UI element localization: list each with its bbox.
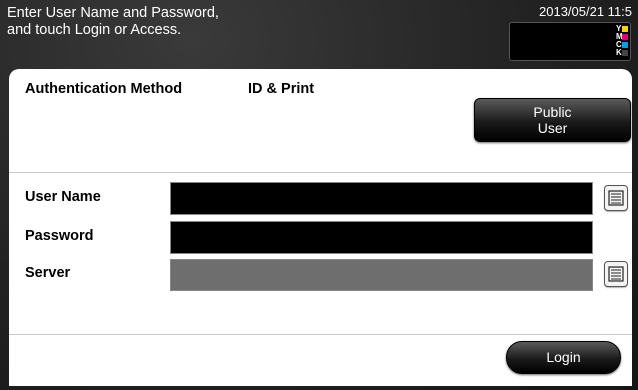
server-label: Server [25, 265, 71, 281]
user-name-label: User Name [25, 189, 101, 205]
keyboard-icon [608, 190, 624, 206]
login-button[interactable]: Login [506, 341, 621, 374]
date-time: 2013/05/21 11:5 [539, 4, 633, 19]
divider [9, 172, 632, 173]
toner-status[interactable]: Y M C K [509, 22, 631, 61]
auth-method-value: ID & Print [248, 81, 315, 97]
public-user-button[interactable]: Public User [474, 98, 631, 142]
user-name-field[interactable] [170, 182, 593, 215]
server-field[interactable] [170, 259, 593, 291]
instruction-message: Enter User Name and Password, and touch … [7, 5, 219, 38]
divider [9, 334, 632, 335]
server-keyboard-button[interactable] [604, 261, 628, 287]
toner-black: K [616, 49, 628, 57]
password-label: Password [25, 228, 94, 244]
password-field[interactable] [170, 221, 593, 254]
keyboard-icon [608, 266, 624, 282]
user-name-keyboard-button[interactable] [604, 185, 628, 211]
auth-method-label: Authentication Method [25, 81, 183, 97]
